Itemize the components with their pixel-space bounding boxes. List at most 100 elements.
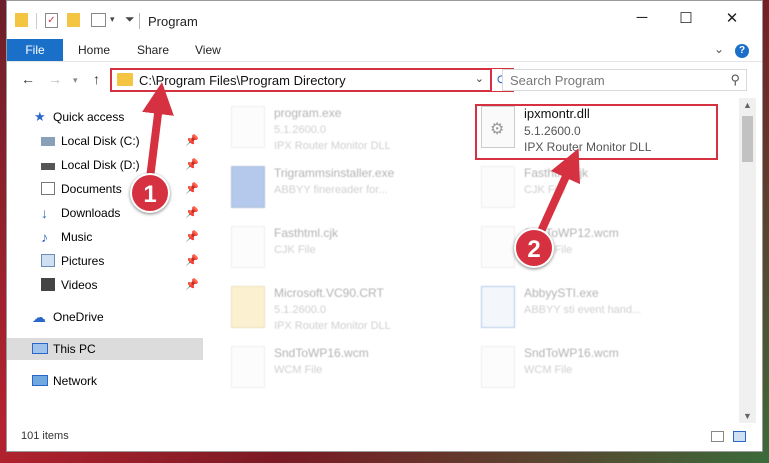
status-bar: 101 items: [7, 423, 762, 451]
back-arrow-icon[interactable]: ←: [21, 71, 35, 87]
file-icon: [231, 346, 265, 388]
sidebar-item-documents[interactable]: Documents 📌: [7, 178, 203, 200]
pin-icon[interactable]: 📌: [185, 250, 199, 272]
file-item[interactable]: Trigrammsinstaller.exe ABBYY finereader …: [214, 160, 464, 218]
sidebar-item-quick-access[interactable]: ★ Quick access: [7, 106, 203, 128]
address-path: C:\Program Files\Program Directory: [139, 73, 346, 88]
film-icon: [41, 278, 55, 291]
sidebar-item-label: Local Disk (C:): [61, 134, 140, 148]
drive-icon: [41, 163, 55, 170]
help-icon: ?: [735, 44, 749, 58]
file-name: Trigrammsinstaller.exe: [274, 166, 395, 180]
folder-icon: [117, 73, 133, 86]
chevron-down-icon[interactable]: ▾: [110, 14, 115, 32]
file-type: WCM File: [274, 364, 323, 376]
minimize-button[interactable]: ─: [627, 9, 657, 33]
scrollbar-thumb[interactable]: [742, 116, 753, 162]
file-name: SndToWP16.wcm: [524, 346, 619, 360]
pin-icon[interactable]: 📌: [185, 154, 199, 176]
customize-icon[interactable]: [91, 13, 106, 27]
pin-icon[interactable]: 📌: [185, 178, 199, 200]
file-name: Fasthtml.cjk: [524, 166, 589, 180]
sidebar-item-videos[interactable]: Videos 📌: [7, 274, 203, 296]
file-item[interactable]: Microsoft.VC90.CRT 5.1.2600.0 IPX Router…: [214, 280, 464, 338]
tab-view[interactable]: View: [195, 39, 221, 61]
maximize-button[interactable]: ☐: [671, 9, 701, 33]
window-title: Program: [148, 14, 198, 29]
pin-down-icon[interactable]: ⏷: [125, 12, 135, 30]
file-item[interactable]: Fasthtml.cjk CJK File: [214, 220, 464, 278]
tab-share[interactable]: Share: [137, 39, 169, 61]
file-version: 5.1.2600.0: [274, 124, 326, 136]
file-icon: [231, 226, 265, 268]
file-item[interactable]: AbbyySTI.exe ABBYY sti event hand...: [464, 280, 714, 338]
documents-icon: [41, 182, 55, 195]
music-note-icon: ♪: [41, 229, 48, 245]
sidebar-item-music[interactable]: ♪ Music 📌: [7, 226, 203, 248]
search-placeholder: Search Program: [510, 73, 605, 88]
recent-locations-icon[interactable]: ▾: [73, 75, 78, 86]
expand-ribbon-icon[interactable]: ⌄: [714, 42, 724, 56]
file-item[interactable]: SndToWP16.wcm WCM File: [464, 340, 714, 398]
folder-icon: [231, 286, 265, 328]
file-description: ABBYY finereader for...: [274, 184, 388, 196]
details-view-icon[interactable]: [711, 431, 724, 442]
file-item[interactable]: Fasthtml.cjk CJK File: [464, 160, 714, 218]
drive-icon: [41, 137, 55, 146]
pin-icon[interactable]: 📌: [185, 202, 199, 224]
file-description: IPX Router Monitor DLL: [274, 320, 391, 332]
large-icons-view-icon[interactable]: [733, 431, 746, 442]
sidebar-item-this-pc[interactable]: This PC: [7, 338, 203, 360]
installer-icon: [231, 166, 265, 208]
sidebar-item-label: Downloads: [61, 206, 121, 220]
address-bar[interactable]: C:\Program Files\Program Directory ⌄: [110, 68, 492, 92]
pin-icon[interactable]: 📌: [185, 226, 199, 248]
pin-icon[interactable]: 📌: [185, 274, 199, 296]
cloud-icon: ☁: [32, 309, 46, 325]
sidebar-item-pictures[interactable]: Pictures 📌: [7, 250, 203, 272]
exe-icon: [481, 286, 515, 328]
tab-file[interactable]: File: [7, 39, 63, 61]
tab-home[interactable]: Home: [78, 39, 110, 61]
sidebar-item-downloads[interactable]: ↓ Downloads 📌: [7, 202, 203, 224]
chevron-down-icon[interactable]: ⌄: [475, 72, 484, 85]
vertical-scrollbar[interactable]: ▲ ▼: [739, 98, 756, 423]
forward-arrow-icon[interactable]: →: [48, 71, 62, 87]
up-arrow-icon[interactable]: ↑: [93, 71, 100, 87]
file-icon: [481, 226, 515, 268]
file-item[interactable]: SndToWP12.wcm WCM File: [464, 220, 714, 278]
sidebar-item-onedrive[interactable]: ☁ OneDrive: [7, 306, 203, 328]
star-icon: ★: [34, 109, 46, 124]
exe-icon: [231, 106, 265, 148]
download-arrow-icon: ↓: [41, 205, 48, 221]
search-input[interactable]: Search Program ⚲: [502, 69, 747, 91]
divider: [139, 13, 140, 29]
scroll-down-icon[interactable]: ▼: [743, 411, 752, 421]
file-version: 5.1.2600.0: [274, 304, 326, 316]
sidebar-item-label: OneDrive: [53, 310, 104, 324]
file-name: program.exe: [274, 106, 342, 120]
file-icon: [481, 166, 515, 208]
ribbon-tabs: File Home Share View ⌄ ?: [7, 39, 762, 61]
properties-icon[interactable]: ✓: [45, 13, 58, 28]
file-item[interactable]: program.exe 5.1.2600.0 IPX Router Monito…: [214, 100, 464, 158]
monitor-icon: [32, 343, 48, 354]
annotation-badge-2: 2: [514, 228, 554, 268]
file-type: CJK File: [524, 184, 566, 196]
file-item[interactable]: SndToWP16.wcm WCM File: [214, 340, 464, 398]
new-folder-icon[interactable]: [67, 13, 80, 27]
file-name: AbbyySTI.exe: [524, 286, 599, 300]
file-type: CJK File: [274, 244, 316, 256]
help-button[interactable]: ?: [735, 42, 749, 58]
scroll-up-icon[interactable]: ▲: [743, 100, 752, 110]
close-button[interactable]: ✕: [717, 9, 747, 33]
sidebar-item-label: This PC: [53, 342, 96, 356]
sidebar-item-label: Music: [61, 230, 93, 244]
sidebar-item-local-disk-d[interactable]: Local Disk (D:) 📌: [7, 154, 203, 176]
pin-icon[interactable]: 📌: [185, 130, 199, 152]
explorer-window: ✓ ▾ ⏷ Program ─ ☐ ✕ File Home Share View…: [6, 0, 763, 452]
sidebar-item-local-disk-c[interactable]: Local Disk (C:) 📌: [7, 130, 203, 152]
sidebar-item-label: Pictures: [61, 254, 105, 268]
file-name: Fasthtml.cjk: [274, 226, 339, 240]
sidebar-item-network[interactable]: Network: [7, 370, 203, 392]
